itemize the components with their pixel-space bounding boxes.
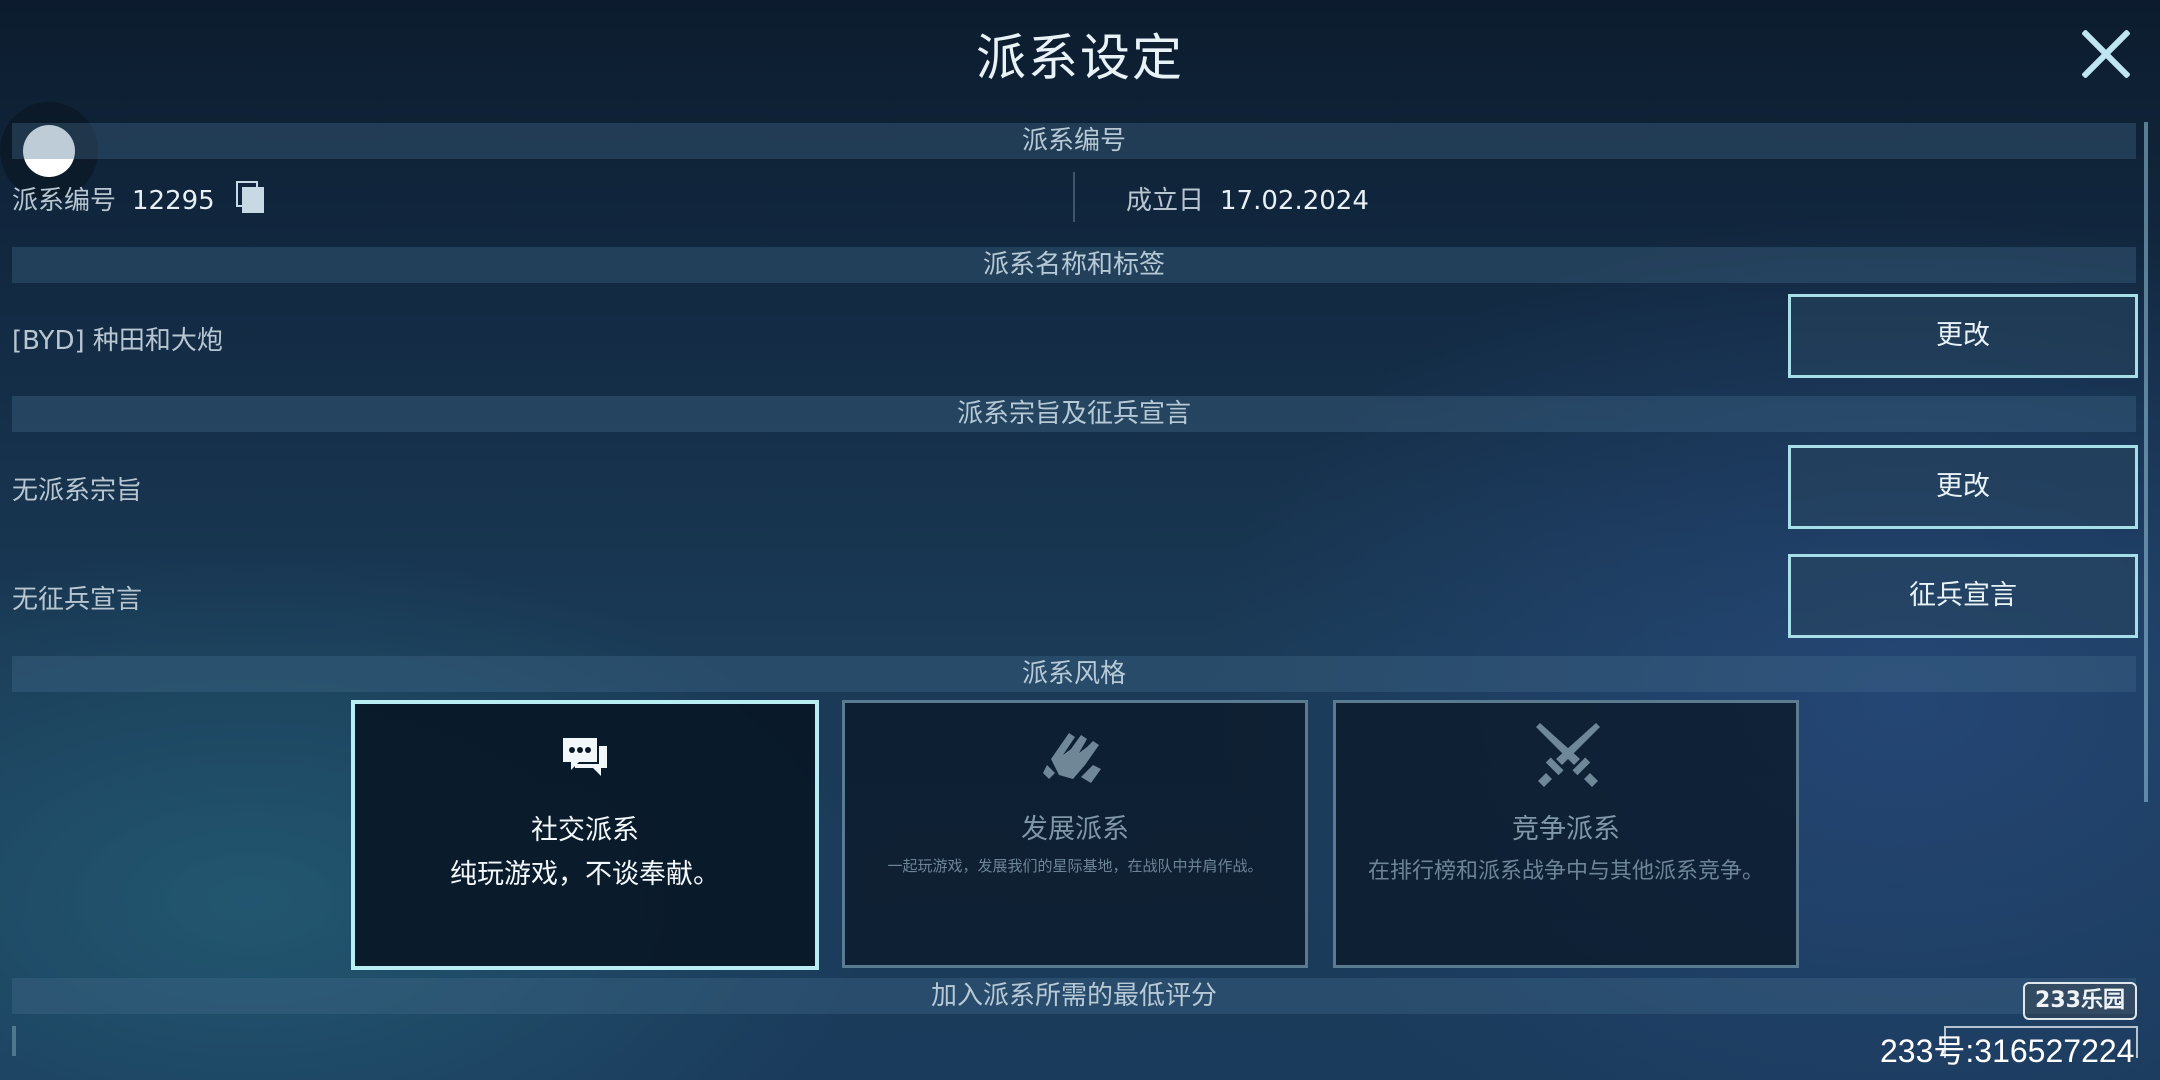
change-name-button[interactable]: 更改 bbox=[1788, 294, 2138, 378]
style-card-development[interactable]: 发展派系 一起玩游戏，发展我们的星际基地，在战队中并肩作战。 bbox=[842, 700, 1308, 968]
style-card-name: 竞争派系 bbox=[1512, 814, 1620, 845]
section-header-min-rating: 加入派系所需的最低评分 bbox=[12, 978, 2136, 1014]
watermark-logo: 233乐园 bbox=[2023, 982, 2137, 1020]
close-icon[interactable] bbox=[2080, 28, 2132, 80]
faction-id-row: 派系编号 12295 bbox=[12, 180, 215, 217]
handshake-icon bbox=[1043, 733, 1101, 783]
style-card-competitive[interactable]: 竞争派系 在排行榜和派系战争中与其他派系竞争。 bbox=[1333, 700, 1799, 968]
section-header-purpose: 派系宗旨及征兵宣言 bbox=[12, 396, 2136, 432]
founded-label: 成立日 bbox=[1126, 186, 1205, 216]
purpose-value: 无派系宗旨 bbox=[12, 476, 143, 506]
style-card-desc: 一起玩游戏，发展我们的星际基地，在战队中并肩作战。 bbox=[887, 857, 1263, 875]
faction-id-value: 12295 bbox=[132, 186, 215, 216]
style-card-desc: 纯玩游戏，不谈奉献。 bbox=[450, 859, 720, 890]
page-title: 派系设定 bbox=[976, 29, 1184, 87]
section-header-style: 派系风格 bbox=[12, 656, 2136, 692]
section-header-name-tag: 派系名称和标签 bbox=[12, 247, 2136, 283]
recruit-declaration-button[interactable]: 征兵宣言 bbox=[1788, 554, 2138, 638]
scrollbar[interactable] bbox=[2144, 122, 2148, 802]
recruit-value: 无征兵宣言 bbox=[12, 585, 143, 615]
slider-track-edge[interactable] bbox=[12, 1026, 16, 1056]
chat-bubbles-icon bbox=[563, 738, 607, 776]
faction-name-value: [BYD] 种田和大炮 bbox=[12, 326, 223, 356]
divider bbox=[1073, 172, 1075, 222]
founded-value: 17.02.2024 bbox=[1220, 186, 1369, 216]
style-card-name: 发展派系 bbox=[1021, 814, 1129, 845]
section-header-faction-id: 派系编号 bbox=[12, 123, 2136, 159]
style-card-social[interactable]: 社交派系 纯玩游戏，不谈奉献。 bbox=[351, 700, 819, 970]
style-card-name: 社交派系 bbox=[531, 815, 639, 846]
change-purpose-button[interactable]: 更改 bbox=[1788, 445, 2138, 529]
copy-icon[interactable] bbox=[236, 181, 264, 213]
watermark-id: 233号:316527224 bbox=[1880, 1033, 2135, 1069]
faction-id-label: 派系编号 bbox=[12, 186, 117, 216]
founded-row: 成立日 17.02.2024 bbox=[1126, 180, 1369, 217]
crossed-swords-icon bbox=[1536, 723, 1600, 787]
style-card-desc: 在排行榜和派系战争中与其他派系竞争。 bbox=[1367, 859, 1764, 884]
